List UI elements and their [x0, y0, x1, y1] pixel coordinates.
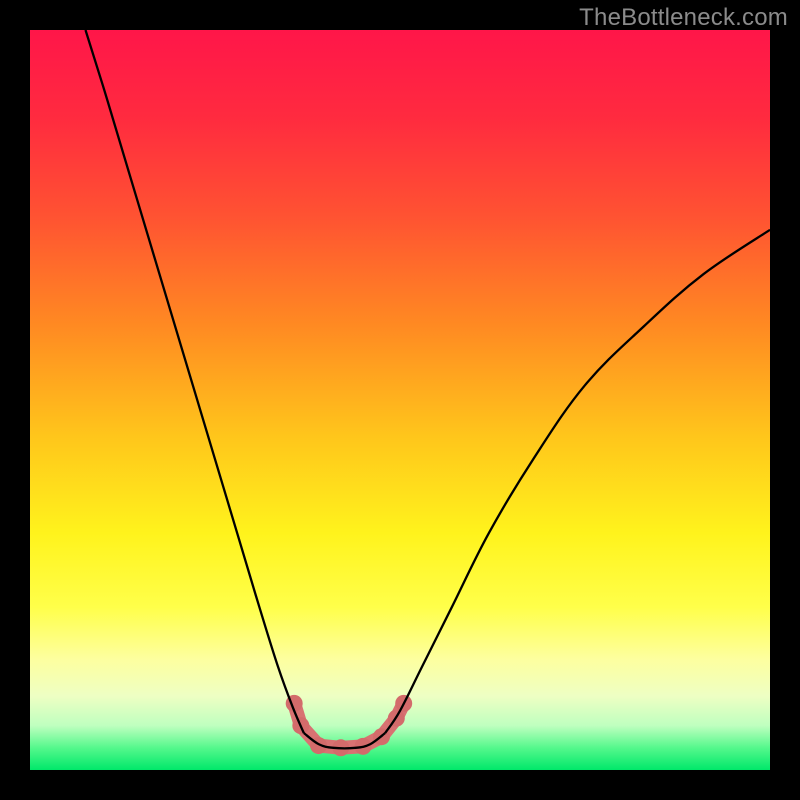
- watermark-text: TheBottleneck.com: [579, 4, 788, 32]
- plot-area: [30, 30, 770, 770]
- background-gradient: [30, 30, 770, 770]
